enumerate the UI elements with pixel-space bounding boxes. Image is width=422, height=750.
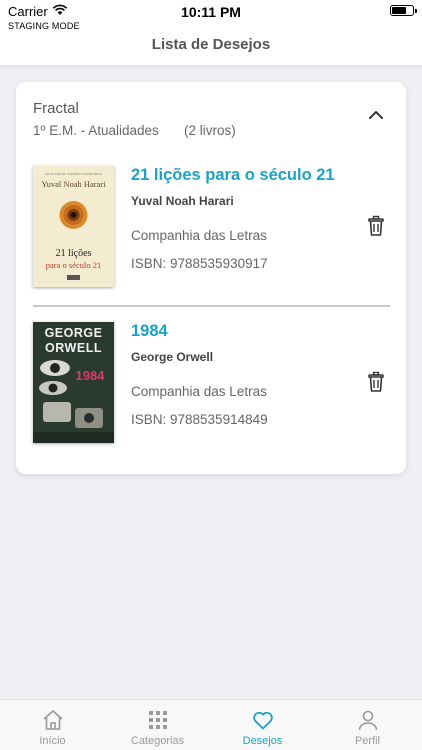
book-isbn: ISBN: 9788535930917 <box>131 256 268 271</box>
wishlist-name: Fractal <box>33 100 79 117</box>
book-isbn: ISBN: 9788535914849 <box>131 412 268 427</box>
tab-bar: Início Categorias Desejos Perfil <box>0 699 422 750</box>
tab-perfil[interactable]: Perfil <box>315 700 420 750</box>
trash-icon[interactable] <box>365 371 387 393</box>
tab-label: Perfil <box>354 735 381 747</box>
wishlist-subtitle: 1º E.M. - Atualidades <box>33 123 159 138</box>
book-publisher: Companhia das Letras <box>131 228 267 243</box>
svg-text:ORWELL: ORWELL <box>45 341 102 355</box>
svg-text:para o século 21: para o século 21 <box>46 260 101 270</box>
book-cover-image[interactable]: GEORGE ORWELL 1984 <box>33 322 114 443</box>
list-item-book[interactable]: DO AUTOR DE SAPIENS E HOMO DEUS Yuval No… <box>16 166 406 292</box>
chevron-up-icon[interactable] <box>365 104 387 126</box>
svg-text:1984: 1984 <box>76 368 106 383</box>
svg-text:GEORGE: GEORGE <box>45 326 103 340</box>
tab-categorias[interactable]: Categorias <box>105 700 210 750</box>
divider <box>33 305 390 307</box>
tab-label: Início <box>39 735 66 747</box>
book-publisher: Companhia das Letras <box>131 384 267 399</box>
list-item-book[interactable]: GEORGE ORWELL 1984 1984 George Orwell Co… <box>16 322 406 448</box>
book-cover-image[interactable]: DO AUTOR DE SAPIENS E HOMO DEUS Yuval No… <box>33 166 114 287</box>
book-title-link[interactable]: 1984 <box>131 322 168 341</box>
clock: 10:11 PM <box>181 4 241 20</box>
tab-label: Desejos <box>242 735 283 747</box>
home-icon <box>43 710 63 730</box>
svg-text:Yuval Noah Harari: Yuval Noah Harari <box>41 179 106 189</box>
wishlist-card: Fractal 1º E.M. - Atualidades (2 livros)… <box>16 82 406 474</box>
book-author: George Orwell <box>131 350 214 364</box>
user-icon <box>358 710 378 731</box>
battery-icon <box>390 5 417 16</box>
navigation-bar: Lista de Desejos <box>0 34 422 66</box>
grid-icon <box>149 711 167 729</box>
status-bar: Carrier STAGING MODE 10:11 PM <box>0 0 422 34</box>
heart-icon <box>253 711 273 730</box>
book-title-link[interactable]: 21 lições para o século 21 <box>131 166 335 185</box>
svg-text:DO AUTOR DE SAPIENS E HOMO DEU: DO AUTOR DE SAPIENS E HOMO DEUS <box>45 172 103 176</box>
staging-mode-label: STAGING MODE <box>8 21 80 31</box>
svg-text:21 lições: 21 lições <box>56 248 92 259</box>
wishlist-book-count: (2 livros) <box>184 123 236 138</box>
trash-icon[interactable] <box>365 215 387 237</box>
tab-label: Categorias <box>130 735 185 747</box>
tab-inicio[interactable]: Início <box>0 700 105 750</box>
book-author: Yuval Noah Harari <box>131 194 234 208</box>
tab-desejos[interactable]: Desejos <box>210 700 315 750</box>
page-title: Lista de Desejos <box>151 36 271 53</box>
